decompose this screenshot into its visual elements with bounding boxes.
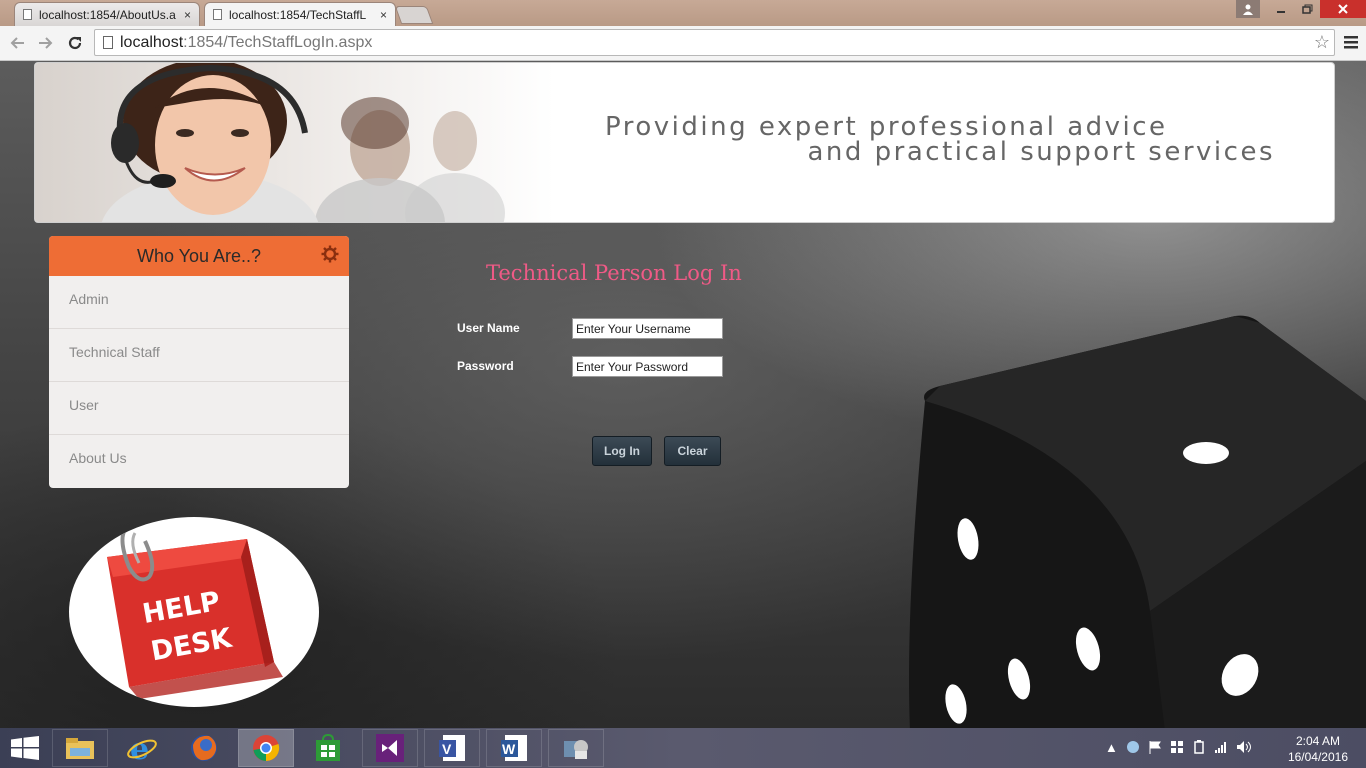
chrome-icon[interactable] xyxy=(238,729,294,767)
role-menu-title: Who You Are..? xyxy=(136,245,262,266)
tab-label: localhost:1854/TechStaffL xyxy=(229,7,367,22)
password-label: Password xyxy=(457,359,514,373)
page-icon xyxy=(213,9,222,20)
sidebar-item-about-us[interactable]: About Us xyxy=(49,435,349,488)
signal-icon[interactable] xyxy=(1214,740,1228,757)
browser-toolbar: localhost:1854/TechStaffLogIn.aspx ☆ xyxy=(0,26,1366,61)
header-banner: Providing expert professional advice and… xyxy=(34,62,1335,223)
word-icon[interactable]: W xyxy=(486,729,542,767)
file-explorer-icon[interactable] xyxy=(52,729,108,767)
page-icon xyxy=(23,9,32,20)
clock-time: 2:04 AM xyxy=(1295,734,1340,748)
clock-date: 16/04/2016 xyxy=(1287,750,1348,764)
url-host: localhost xyxy=(120,34,184,51)
help-desk-logo: HELP DESK xyxy=(69,517,319,707)
page-body: Providing expert professional advice and… xyxy=(0,61,1366,728)
internet-explorer-icon[interactable]: e xyxy=(114,729,170,767)
password-input[interactable] xyxy=(572,356,723,377)
minimize-icon[interactable] xyxy=(1268,0,1294,18)
username-label: User Name xyxy=(457,321,520,335)
restore-icon[interactable] xyxy=(1294,0,1320,18)
sidebar-item-technical-staff[interactable]: Technical Staff xyxy=(49,329,349,382)
reload-icon[interactable] xyxy=(64,32,86,54)
tab-tech-staff-login[interactable]: localhost:1854/TechStaffL × xyxy=(204,2,396,26)
tab-about-us[interactable]: localhost:1854/AboutUs.a × xyxy=(14,2,200,26)
windows-start-icon[interactable] xyxy=(11,736,39,760)
svg-text:V: V xyxy=(442,741,452,757)
network-share-icon[interactable] xyxy=(1126,740,1140,757)
menu-icon[interactable] xyxy=(1344,33,1358,54)
visio-icon[interactable]: V xyxy=(424,729,480,767)
tagline-line-2: and practical support services xyxy=(807,137,1275,167)
windows-update-icon[interactable] xyxy=(1170,740,1184,757)
power-icon[interactable] xyxy=(1192,740,1206,757)
url-path: :1854/TechStaffLogIn.aspx xyxy=(183,34,373,51)
close-tab-icon[interactable]: × xyxy=(380,8,387,22)
role-menu: Who You Are..? Admin Technical Staff Use… xyxy=(49,236,349,488)
clear-button[interactable]: Clear xyxy=(664,436,721,466)
dice-image xyxy=(880,311,1366,728)
system-tray: ▲ xyxy=(1105,740,1252,757)
store-icon[interactable] xyxy=(300,729,356,767)
role-menu-header: Who You Are..? xyxy=(49,236,349,276)
tab-strip: localhost:1854/AboutUs.a × localhost:185… xyxy=(0,0,1366,26)
back-arrow-icon[interactable] xyxy=(6,32,28,54)
gear-icon[interactable] xyxy=(321,245,339,269)
address-bar[interactable]: localhost:1854/TechStaffLogIn.aspx ☆ xyxy=(94,29,1335,56)
visual-studio-icon[interactable] xyxy=(362,729,418,767)
flag-icon[interactable] xyxy=(1148,740,1162,757)
new-tab-button[interactable] xyxy=(394,6,434,24)
show-hidden-icons-icon[interactable]: ▲ xyxy=(1105,740,1118,757)
close-window-icon[interactable] xyxy=(1320,0,1366,18)
url-text: localhost:1854/TechStaffLogIn.aspx xyxy=(120,34,372,52)
user-icon[interactable] xyxy=(1236,0,1260,18)
taskbar: e V W ▲ 2:04 AM 16/04/2016 xyxy=(0,728,1366,768)
sidebar-item-user[interactable]: User xyxy=(49,382,349,435)
login-button[interactable]: Log In xyxy=(592,436,652,466)
volume-icon[interactable] xyxy=(1236,740,1252,757)
close-tab-icon[interactable]: × xyxy=(184,8,191,22)
star-icon[interactable]: ☆ xyxy=(1314,32,1330,53)
tab-label: localhost:1854/AboutUs.a xyxy=(39,7,176,22)
window-controls xyxy=(1236,0,1366,18)
banner-tagline: Providing expert professional advice and… xyxy=(605,114,1273,165)
app-icon[interactable] xyxy=(548,729,604,767)
support-team-photo xyxy=(35,63,555,222)
page-icon xyxy=(103,36,113,49)
svg-text:W: W xyxy=(502,741,516,757)
username-input[interactable] xyxy=(572,318,723,339)
clock[interactable]: 2:04 AM 16/04/2016 xyxy=(1288,733,1348,765)
sidebar-item-admin[interactable]: Admin xyxy=(49,276,349,329)
firefox-icon[interactable] xyxy=(176,729,232,767)
forward-arrow-icon[interactable] xyxy=(35,32,57,54)
login-title: Technical Person Log In xyxy=(486,261,742,285)
